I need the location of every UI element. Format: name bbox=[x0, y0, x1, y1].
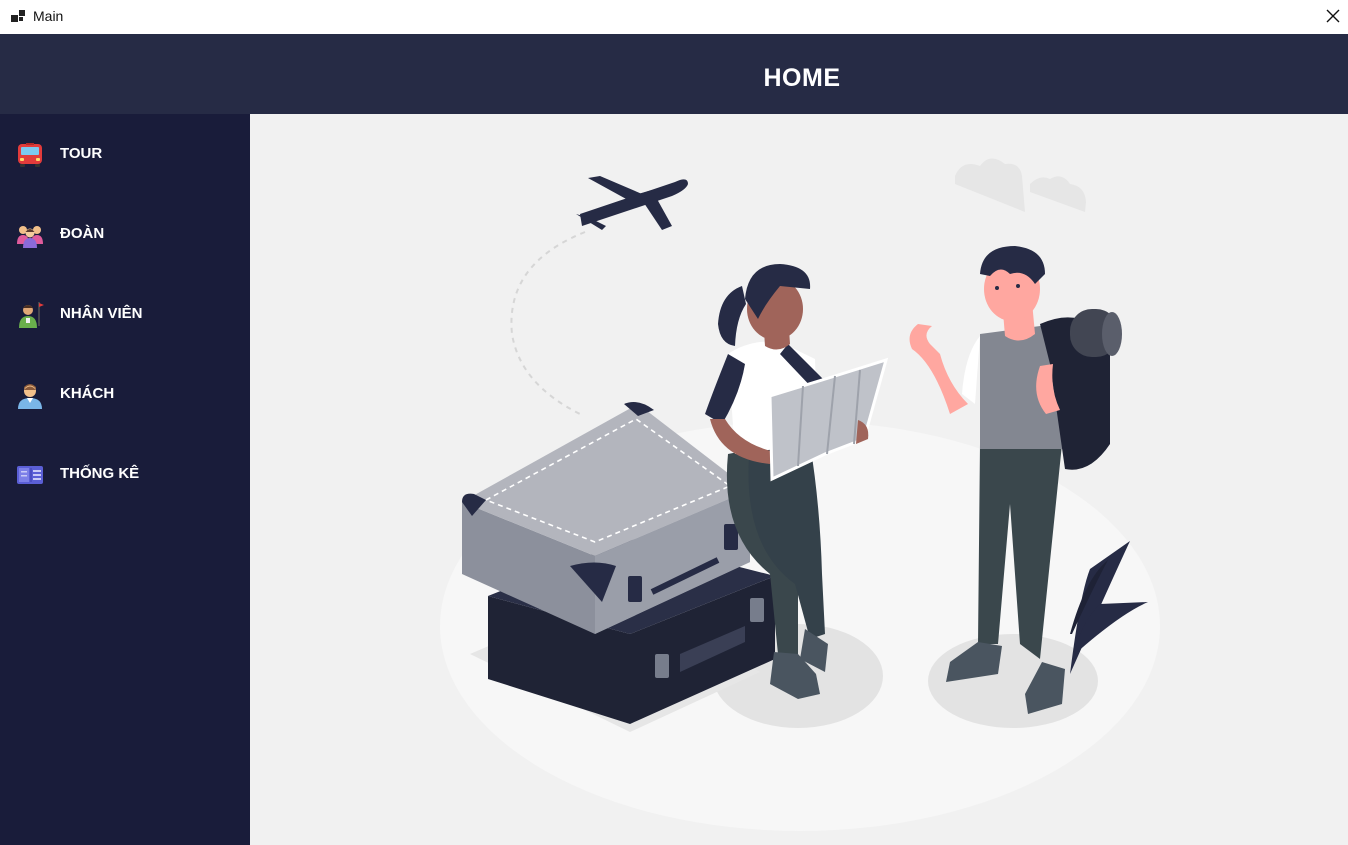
bus-icon bbox=[18, 143, 42, 167]
sidebar-item-thong-ke[interactable]: THỐNG KÊ bbox=[0, 444, 250, 504]
sidebar-item-label: THỐNG KÊ bbox=[60, 465, 140, 482]
group-icon bbox=[17, 226, 43, 248]
window-title: Main bbox=[33, 8, 64, 24]
sidebar-item-nhan-vien[interactable]: NHÂN VIÊN bbox=[0, 284, 250, 344]
customer-icon bbox=[18, 384, 42, 409]
window-close-button[interactable] bbox=[1318, 0, 1348, 32]
sidebar-item-label: ĐOÀN bbox=[60, 225, 105, 242]
sidebar-item-khach[interactable]: KHÁCH bbox=[0, 364, 250, 424]
page-title: HOME bbox=[763, 64, 841, 92]
sidebar: TOUR ĐOÀN NHÂN VIÊN KHÁCH THỐNG KÊ bbox=[0, 114, 250, 845]
close-icon bbox=[1326, 9, 1340, 23]
sidebar-item-label: NHÂN VIÊN bbox=[60, 305, 143, 322]
guide-icon bbox=[19, 302, 44, 328]
sidebar-item-label: KHÁCH bbox=[60, 385, 115, 402]
sidebar-item-tour[interactable]: TOUR bbox=[0, 124, 250, 184]
main-content bbox=[250, 114, 1348, 845]
sidebar-item-doan[interactable]: ĐOÀN bbox=[0, 204, 250, 264]
statistics-icon bbox=[17, 466, 43, 484]
sidebar-item-label: TOUR bbox=[60, 145, 103, 162]
window-app-icon bbox=[11, 10, 25, 22]
app-header: HOME bbox=[0, 34, 1348, 114]
window-title-bar: Main bbox=[0, 0, 1348, 34]
travelers-illustration bbox=[440, 158, 1160, 831]
